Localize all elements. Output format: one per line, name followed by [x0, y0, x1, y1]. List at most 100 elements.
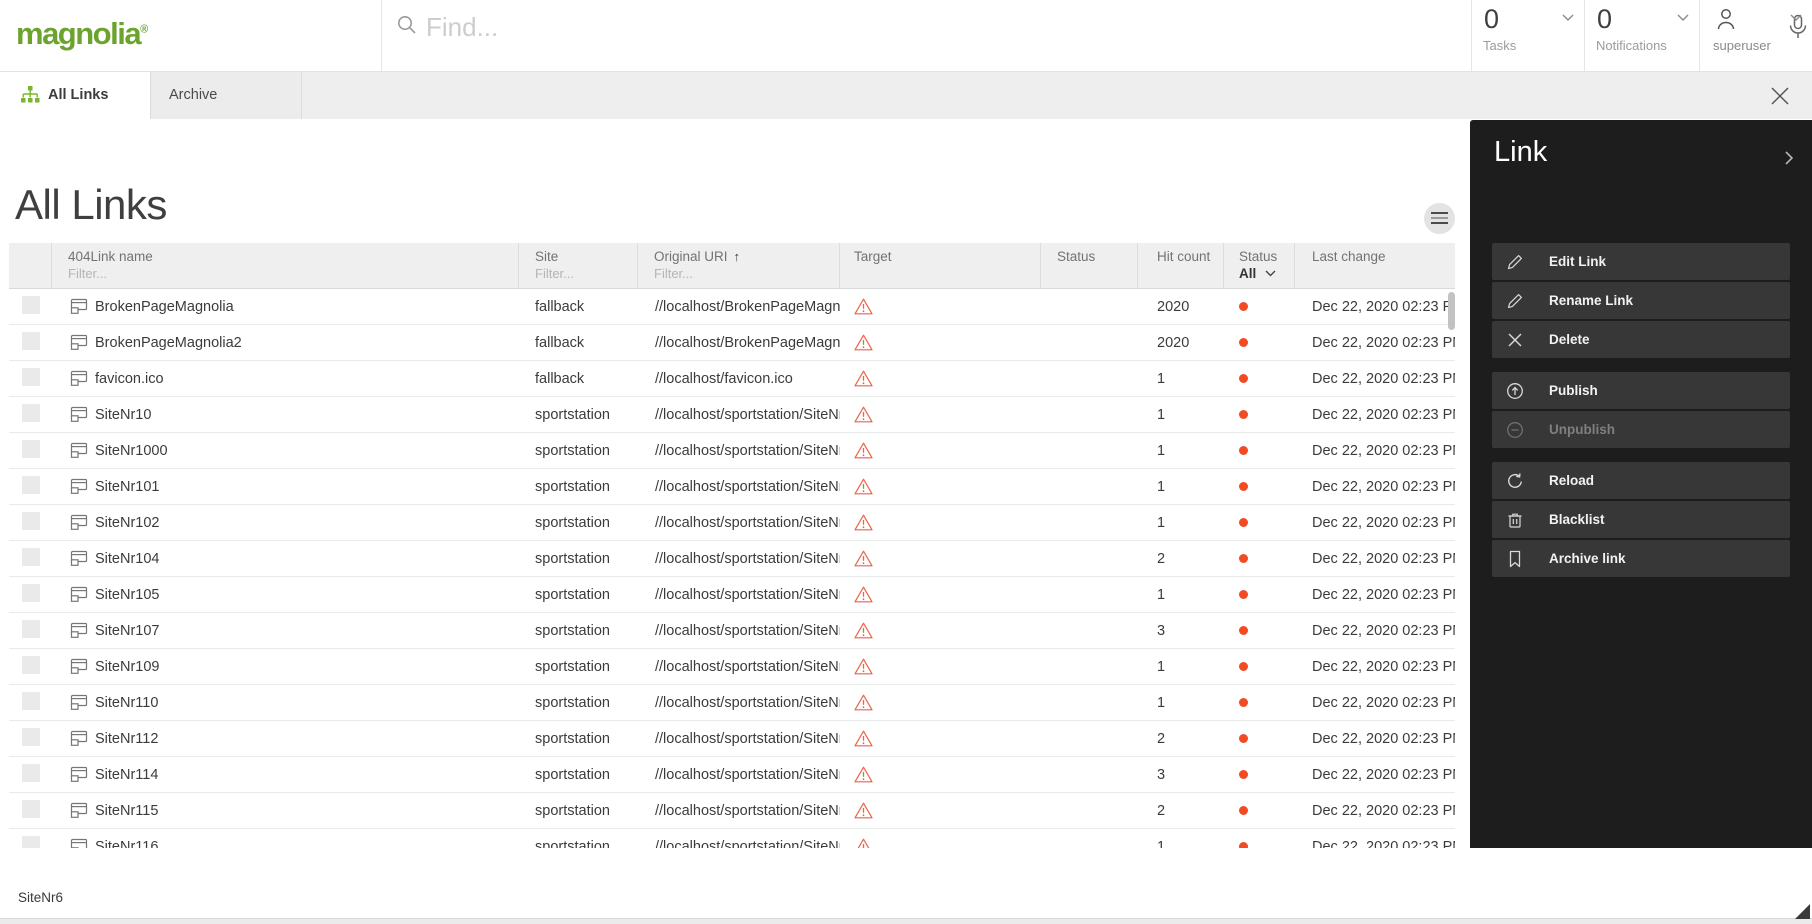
search-input[interactable]	[426, 8, 1326, 46]
action-button[interactable]: Publish	[1492, 372, 1790, 409]
row-checkbox[interactable]	[22, 800, 40, 818]
action-button[interactable]: Reload	[1492, 462, 1790, 499]
chevron-right-icon[interactable]	[1784, 150, 1794, 166]
last-change-cell: Dec 22, 2020 02:23 PM	[1295, 407, 1455, 423]
table-row[interactable]: SiteNr112 sportstation //localhost/sport…	[9, 721, 1455, 757]
status-bar: SiteNr6	[0, 848, 1812, 924]
table-row[interactable]: SiteNr109 sportstation //localhost/sport…	[9, 649, 1455, 685]
link-name: SiteNr110	[95, 695, 158, 711]
row-checkbox[interactable]	[22, 368, 40, 386]
main-content: All Links 404Link name Filter... Site Fi…	[0, 119, 1463, 848]
status-dot	[1239, 770, 1248, 779]
action-panel: Link Edit Link Rename Link Delete Publis…	[1470, 120, 1812, 848]
action-button[interactable]: Delete	[1492, 321, 1790, 358]
column-header-last-change[interactable]: Last change	[1295, 243, 1455, 289]
table-row[interactable]: SiteNr104 sportstation //localhost/sport…	[9, 541, 1455, 577]
action-button[interactable]: Blacklist	[1492, 501, 1790, 538]
row-checkbox[interactable]	[22, 836, 40, 849]
original-uri-cell: //localhost/BrokenPageMagnol	[638, 335, 840, 351]
sort-ascending-icon[interactable]: ↑	[734, 249, 741, 264]
bottom-strip	[0, 918, 1812, 924]
pencil-icon	[1506, 253, 1524, 271]
row-checkbox[interactable]	[22, 440, 40, 458]
action-group: Publish Unpublish	[1492, 372, 1790, 448]
table-row[interactable]: favicon.ico fallback //localhost/favicon…	[9, 361, 1455, 397]
resize-grip[interactable]	[1795, 904, 1810, 919]
table-row[interactable]: SiteNr10 sportstation //localhost/sports…	[9, 397, 1455, 433]
row-checkbox[interactable]	[22, 404, 40, 422]
row-checkbox[interactable]	[22, 512, 40, 530]
column-header-pub-status[interactable]: Status All	[1224, 243, 1295, 289]
warning-icon	[854, 370, 873, 387]
column-header-original-uri[interactable]: Original URI↑ Filter...	[638, 243, 840, 289]
row-checkbox[interactable]	[22, 728, 40, 746]
row-checkbox[interactable]	[22, 332, 40, 350]
last-change-cell: Dec 22, 2020 02:23 PM	[1295, 299, 1455, 315]
last-change-cell: Dec 22, 2020 02:23 PM	[1295, 479, 1455, 495]
tab-all-links[interactable]: All Links	[0, 72, 150, 119]
page-icon	[70, 370, 88, 387]
tab-label: All Links	[48, 87, 108, 103]
table-row[interactable]: BrokenPageMagnolia fallback //localhost/…	[9, 289, 1455, 325]
action-button[interactable]: Archive link	[1492, 540, 1790, 577]
hit-count-cell: 1	[1138, 407, 1224, 423]
pencil-icon	[1506, 292, 1524, 310]
table-row[interactable]: SiteNr107 sportstation //localhost/sport…	[9, 613, 1455, 649]
table-row[interactable]: BrokenPageMagnolia2 fallback //localhost…	[9, 325, 1455, 361]
column-header-name[interactable]: 404Link name Filter...	[52, 243, 519, 289]
column-header-status[interactable]: Status	[1041, 243, 1138, 289]
column-header-target[interactable]: Target	[840, 243, 1041, 289]
table-row[interactable]: SiteNr116 sportstation //localhost/sport…	[9, 829, 1455, 848]
action-group: Edit Link Rename Link Delete	[1492, 243, 1790, 358]
action-button[interactable]: Rename Link	[1492, 282, 1790, 319]
column-header-hit-count[interactable]: Hit count	[1138, 243, 1224, 289]
original-uri-cell: //localhost/sportstation/SiteNr	[638, 839, 840, 849]
warning-icon	[854, 298, 873, 315]
warning-icon	[854, 838, 873, 848]
status-filter-select[interactable]: All	[1239, 266, 1294, 281]
warning-icon	[854, 694, 873, 711]
hit-count-cell: 1	[1138, 587, 1224, 603]
column-header-site[interactable]: Site Filter...	[519, 243, 638, 289]
tab-archive[interactable]: Archive	[150, 72, 302, 119]
table-row[interactable]: SiteNr1000 sportstation //localhost/spor…	[9, 433, 1455, 469]
row-checkbox[interactable]	[22, 584, 40, 602]
original-uri-cell: //localhost/sportstation/SiteNr	[638, 407, 840, 423]
row-checkbox[interactable]	[22, 656, 40, 674]
magnolia-logo[interactable]: magnolia®	[16, 16, 148, 52]
table-row[interactable]: SiteNr105 sportstation //localhost/sport…	[9, 577, 1455, 613]
site-cell: fallback	[519, 335, 638, 351]
row-checkbox[interactable]	[22, 476, 40, 494]
row-checkbox[interactable]	[22, 764, 40, 782]
last-change-cell: Dec 22, 2020 02:23 PM	[1295, 515, 1455, 531]
row-checkbox[interactable]	[22, 548, 40, 566]
action-button[interactable]: Edit Link	[1492, 243, 1790, 280]
uri-filter-input[interactable]: Filter...	[654, 266, 839, 281]
close-icon[interactable]	[1770, 86, 1790, 106]
row-checkbox[interactable]	[22, 620, 40, 638]
status-dot	[1239, 554, 1248, 563]
sitemap-icon	[20, 85, 40, 105]
warning-icon	[854, 514, 873, 531]
name-filter-input[interactable]: Filter...	[68, 266, 518, 281]
table-row[interactable]: SiteNr115 sportstation //localhost/sport…	[9, 793, 1455, 829]
last-change-cell: Dec 22, 2020 02:23 PM	[1295, 767, 1455, 783]
table-row[interactable]: SiteNr114 sportstation //localhost/sport…	[9, 757, 1455, 793]
app-tab-bar: All Links Archive	[0, 72, 1812, 119]
list-options-button[interactable]	[1424, 203, 1455, 234]
table-row[interactable]: SiteNr101 sportstation //localhost/sport…	[9, 469, 1455, 505]
tasks-pulldown[interactable]: 0 Tasks	[1471, 0, 1584, 71]
user-menu[interactable]: superuser	[1699, 0, 1812, 71]
table-row[interactable]: SiteNr110 sportstation //localhost/sport…	[9, 685, 1455, 721]
row-checkbox[interactable]	[22, 296, 40, 314]
site-filter-input[interactable]: Filter...	[535, 266, 637, 281]
last-change-cell: Dec 22, 2020 02:23 PM	[1295, 695, 1455, 711]
warning-icon	[854, 802, 873, 819]
row-checkbox[interactable]	[22, 692, 40, 710]
table-row[interactable]: SiteNr102 sportstation //localhost/sport…	[9, 505, 1455, 541]
status-dot	[1239, 482, 1248, 491]
last-change-cell: Dec 22, 2020 02:23 PM	[1295, 335, 1455, 351]
notifications-pulldown[interactable]: 0 Notifications	[1584, 0, 1699, 71]
vertical-scrollbar-thumb[interactable]	[1448, 292, 1455, 330]
action-button[interactable]: Unpublish	[1492, 411, 1790, 448]
